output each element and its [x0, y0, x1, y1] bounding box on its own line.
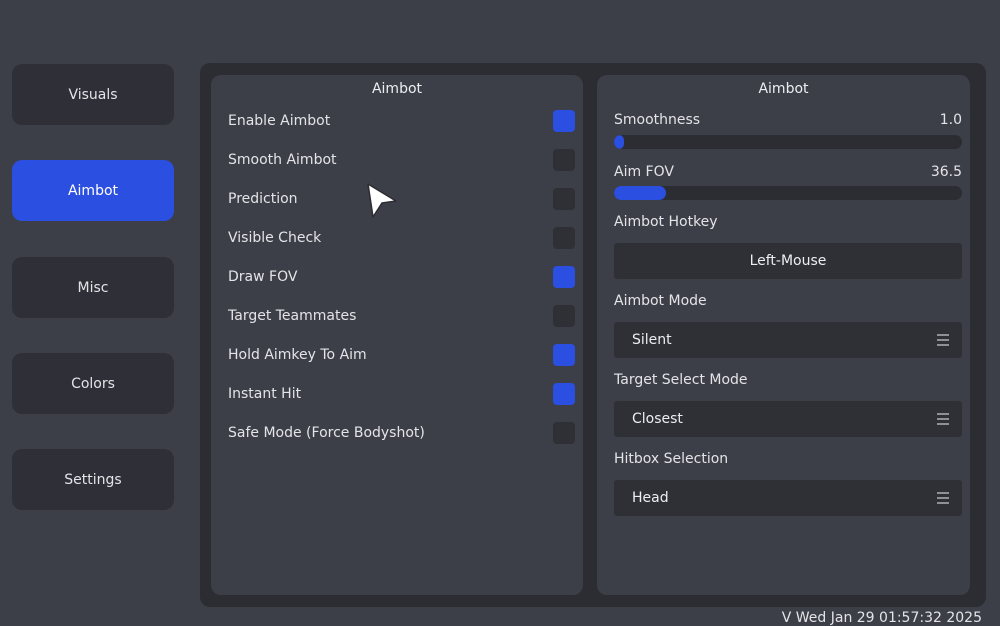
sidebar-item-aimbot[interactable]: Aimbot: [12, 160, 174, 221]
aim-fov-slider-fill: [614, 186, 667, 200]
aim-fov-label: Aim FOV: [614, 164, 674, 180]
option-label: Visible Check: [228, 230, 322, 246]
sidebar-item-misc[interactable]: Misc: [12, 257, 174, 318]
status-timestamp: V Wed Jan 29 01:57:32 2025: [781, 610, 982, 626]
smoothness-value: 1.0: [939, 112, 962, 128]
option-target-teammates: Target Teammates: [228, 303, 575, 329]
hamburger-menu-icon: [937, 492, 949, 504]
aimbot-hotkey-button[interactable]: Left-Mouse: [614, 243, 962, 279]
smooth-aimbot-checkbox[interactable]: [553, 149, 575, 171]
option-label: Instant Hit: [228, 386, 302, 402]
option-hold-aimkey: Hold Aimkey To Aim: [228, 342, 575, 368]
option-label: Safe Mode (Force Bodyshot): [228, 425, 425, 441]
option-label: Enable Aimbot: [228, 113, 331, 129]
aimbot-mode-value: Silent: [632, 332, 672, 348]
target-teammates-checkbox[interactable]: [553, 305, 575, 327]
aim-fov-slider[interactable]: [614, 186, 962, 200]
option-label: Target Teammates: [228, 308, 357, 324]
aimbot-mode-dropdown[interactable]: Silent: [614, 322, 962, 358]
smoothness-slider-fill: [614, 135, 625, 149]
hitbox-selection-value: Head: [632, 490, 669, 506]
target-select-mode-value: Closest: [632, 411, 683, 427]
option-enable-aimbot: Enable Aimbot: [228, 108, 575, 134]
option-smooth-aimbot: Smooth Aimbot: [228, 147, 575, 173]
hamburger-menu-icon: [937, 334, 949, 346]
smoothness-row: Smoothness 1.0: [614, 110, 962, 130]
panel-title: Aimbot: [758, 81, 809, 97]
aimbot-hotkey-label: Aimbot Hotkey: [614, 214, 718, 230]
aim-fov-value: 36.5: [930, 164, 962, 180]
option-label: Hold Aimkey To Aim: [228, 347, 367, 363]
aimbot-mode-label: Aimbot Mode: [614, 293, 707, 309]
hitbox-selection-dropdown[interactable]: Head: [614, 480, 962, 516]
smoothness-slider[interactable]: [614, 135, 962, 149]
hold-aimkey-checkbox[interactable]: [553, 344, 575, 366]
option-prediction: Prediction: [228, 186, 575, 212]
panel-title: Aimbot: [371, 81, 423, 97]
option-label: Prediction: [228, 191, 298, 207]
smoothness-label: Smoothness: [614, 112, 701, 128]
aimbot-settings-panel: Aimbot Smoothness 1.0 Aim FOV 36.5 Aimbo…: [597, 75, 970, 595]
aimbot-options-panel: Aimbot Enable Aimbot Smooth Aimbot Predi…: [211, 75, 583, 595]
option-instant-hit: Instant Hit: [228, 381, 575, 407]
sidebar-item-colors[interactable]: Colors: [12, 353, 174, 414]
safe-mode-checkbox[interactable]: [553, 422, 575, 444]
enable-aimbot-checkbox[interactable]: [553, 110, 575, 132]
prediction-checkbox[interactable]: [553, 188, 575, 210]
instant-hit-checkbox[interactable]: [553, 383, 575, 405]
sidebar-item-settings[interactable]: Settings: [12, 449, 174, 510]
aimbot-hotkey-value: Left-Mouse: [749, 253, 827, 269]
mouse-cursor-icon: [367, 183, 397, 218]
visible-check-checkbox[interactable]: [553, 227, 575, 249]
option-safe-mode: Safe Mode (Force Bodyshot): [228, 420, 575, 446]
aim-fov-row: Aim FOV 36.5: [614, 162, 962, 182]
sidebar-item-visuals[interactable]: Visuals: [12, 64, 174, 125]
hamburger-menu-icon: [937, 413, 949, 425]
hitbox-selection-label: Hitbox Selection: [614, 451, 729, 467]
option-label: Smooth Aimbot: [228, 152, 337, 168]
option-draw-fov: Draw FOV: [228, 264, 575, 290]
draw-fov-checkbox[interactable]: [553, 266, 575, 288]
option-label: Draw FOV: [228, 269, 298, 285]
target-select-mode-dropdown[interactable]: Closest: [614, 401, 962, 437]
target-select-mode-label: Target Select Mode: [614, 372, 748, 388]
option-visible-check: Visible Check: [228, 225, 575, 251]
